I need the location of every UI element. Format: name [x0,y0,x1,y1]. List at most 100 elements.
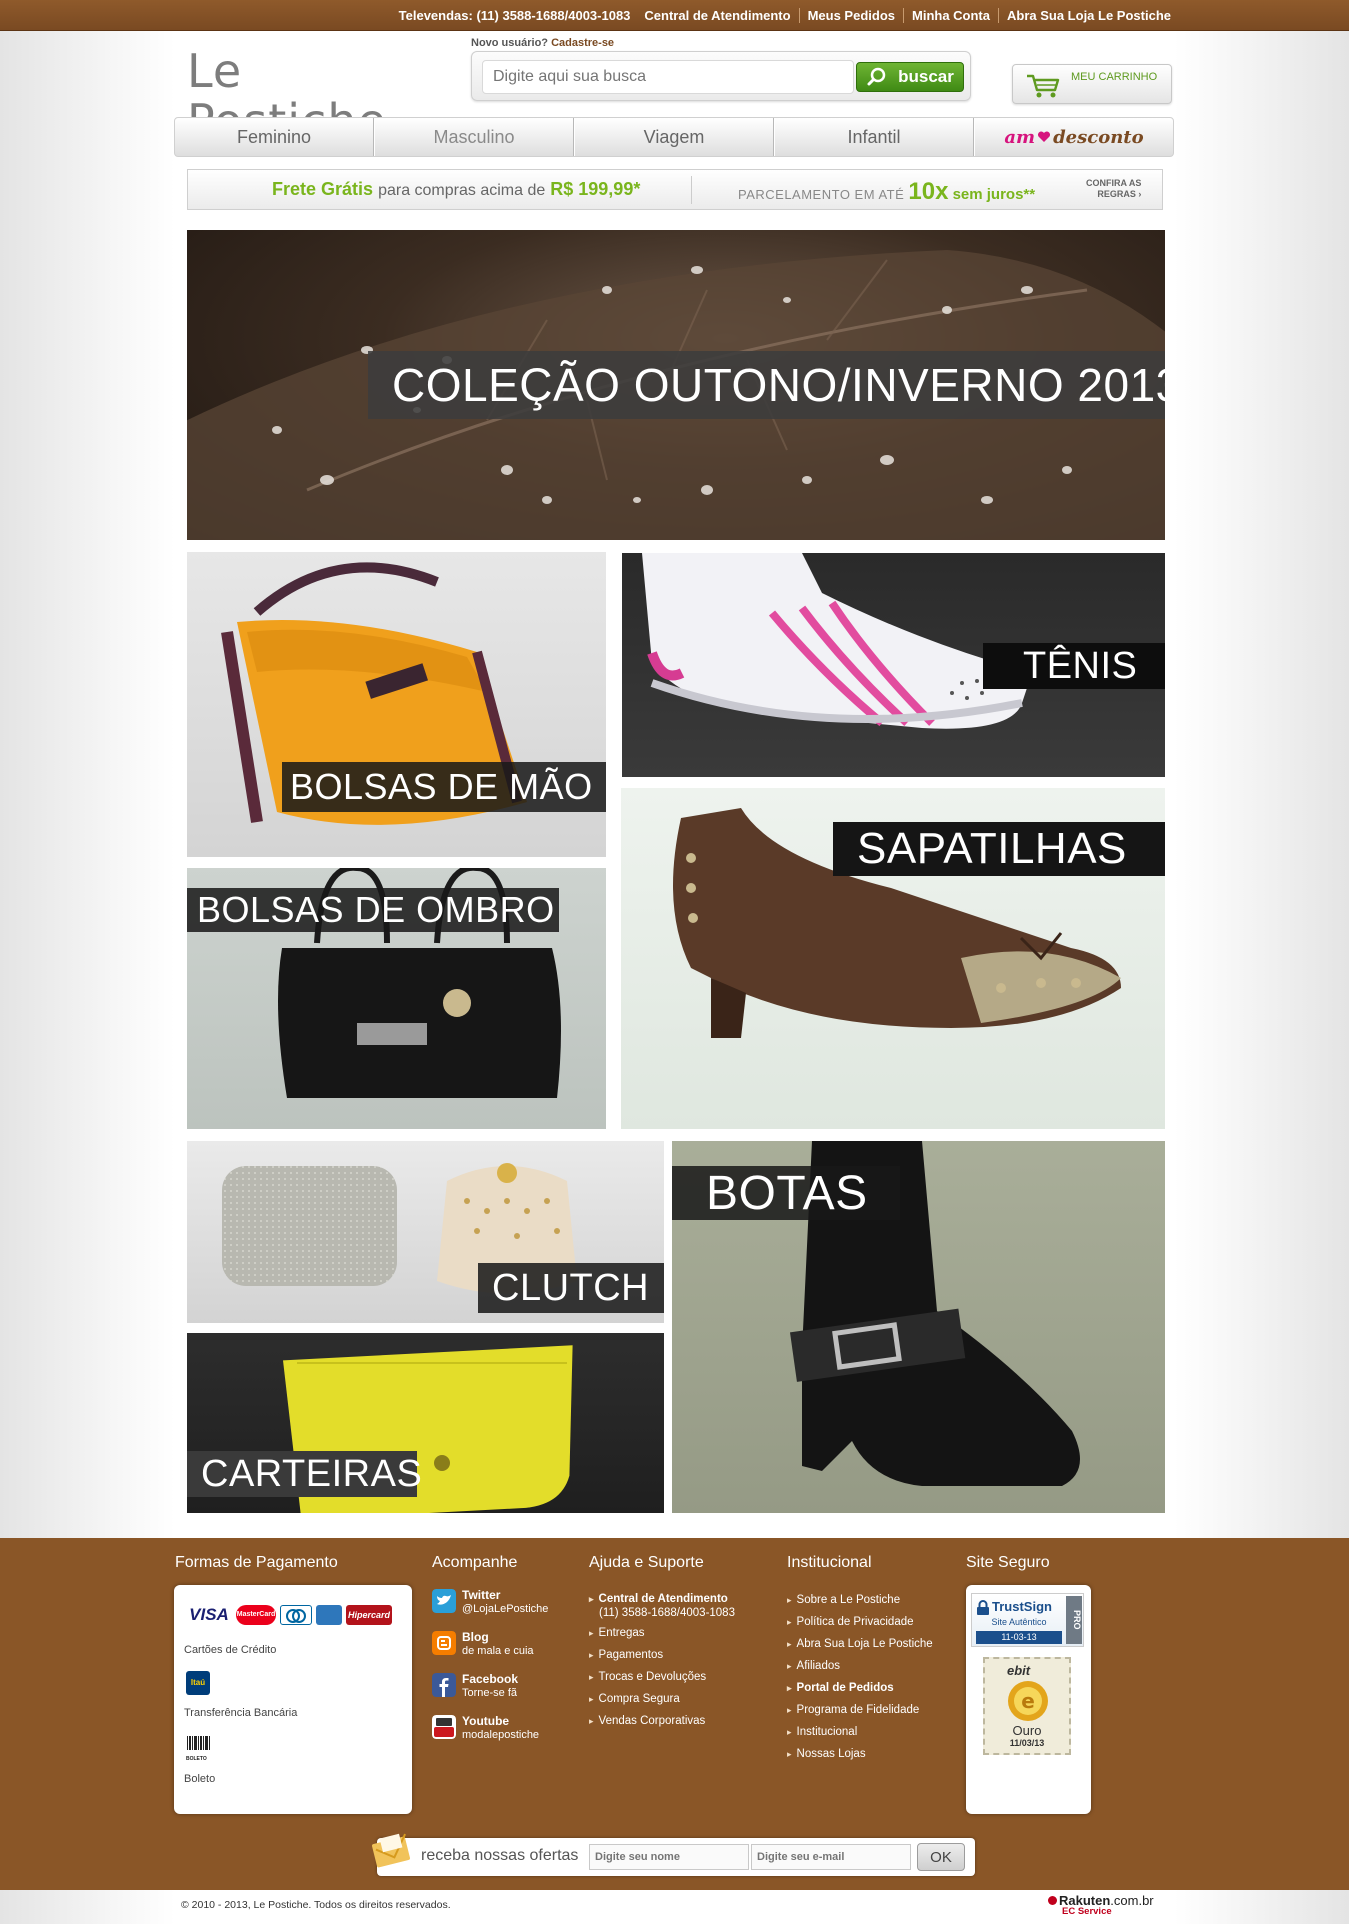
tenis-caption: TÊNIS [983,643,1165,689]
site-logo[interactable]: Le Postiche® [187,46,437,146]
trustsign-sub: Site Autêntico [991,1617,1047,1627]
blog-sub: de mala e cuia [462,1645,534,1657]
heart-icon [1038,131,1051,142]
central-phone: (11) 3588-1688/4003-1083 [599,1607,735,1619]
newsletter-name-input[interactable] [589,1844,749,1870]
youtube-name: Youtube [462,1714,510,1728]
cadastre-link[interactable]: Cadastre-se [551,37,614,49]
youtube-link[interactable]: Youtube modalepostiche [432,1715,539,1742]
inst-link-abra-loja[interactable]: Abra Sua Loja Le Postiche [787,1633,933,1655]
top-links: Televendas: (11) 3588-1688/4003-1083 Cen… [399,0,1171,31]
envelope-icon [372,1833,410,1868]
novo-usuario-text: Novo usuário? [471,37,549,49]
confira-regras-link[interactable]: CONFIRA AS REGRAS › [1086,178,1141,200]
divider [998,8,999,23]
bolsas-de-mao-caption: BOLSAS DE MÃO [282,762,606,812]
new-user-prompt: Novo usuário? Cadastre-se [471,37,971,49]
main-nav: Feminino Masculino Viagem Infantil am de… [174,117,1174,157]
top-link-central[interactable]: Central de Atendimento [644,8,790,23]
facebook-link[interactable]: Facebook Torne-se fã [432,1673,518,1700]
botas-caption: BOTAS [672,1166,900,1220]
newsletter-email-input[interactable] [751,1844,911,1870]
search-button-label: buscar [898,67,954,86]
banner-clutch[interactable]: CLUTCH [187,1141,664,1323]
inst-link-privacidade[interactable]: Política de Privacidade [787,1611,933,1633]
search-input[interactable] [482,60,854,94]
clutch-caption: CLUTCH [478,1263,664,1313]
banner-bolsas-de-ombro[interactable]: BOLSAS DE OMBRO [187,868,606,1129]
newsletter-ok-button[interactable]: OK [917,1843,965,1871]
televendas-text: Televendas: (11) 3588-1688/4003-1083 [398,8,631,23]
parcelas-count: 10x [908,178,949,205]
twitter-icon [432,1589,456,1613]
inst-link-nossas-lojas[interactable]: Nossas Lojas [787,1743,933,1765]
help-link-trocas[interactable]: Trocas e Devoluções [589,1666,735,1688]
central-label: Central de Atendimento [598,1593,728,1605]
help-link-pagamentos[interactable]: Pagamentos [589,1644,735,1666]
svg-text:e: e [1021,1689,1035,1713]
rakuten-logo[interactable]: Rakuten.com.br EC Service [1048,1893,1154,1917]
nav-tab-masculino[interactable]: Masculino [374,118,574,156]
promo-am: am [1004,126,1036,148]
copyright: © 2010 - 2013, Le Postiche. Todos os dir… [181,1899,451,1911]
help-link-compra-segura[interactable]: Compra Segura [589,1688,735,1710]
facebook-name: Facebook [462,1672,519,1686]
hipercard-logo: Hipercard [346,1605,392,1625]
twitter-link[interactable]: Twitter @LojaLePostiche [432,1589,548,1616]
inst-link-portal-pedidos[interactable]: Portal de Pedidos [787,1677,933,1699]
ebit-date: 11/03/13 [1009,1738,1045,1748]
blog-link[interactable]: Blog de mala e cuia [432,1631,534,1658]
nav-tab-feminino[interactable]: Feminino [175,118,374,156]
facebook-sub: Torne-se fã [462,1687,518,1699]
carteiras-caption: CARTEIRAS [187,1451,422,1497]
frete-value: R$ 199,99* [550,179,641,199]
inst-link-institucional[interactable]: Institucional [787,1721,933,1743]
top-bar: Televendas: (11) 3588-1688/4003-1083 Cen… [0,0,1349,31]
credit-cards-label: Cartões de Crédito [184,1644,277,1656]
nav-tab-viagem[interactable]: Viagem [574,118,774,156]
help-link-vendas-corporativas[interactable]: Vendas Corporativas [589,1710,735,1732]
regras-line-2: REGRAS › [1097,189,1142,199]
boleto-logo: BOLETO [186,1735,212,1762]
cart-button[interactable]: MEU CARRINHO [1012,64,1172,104]
frete-middle: para compras acima de [378,182,546,199]
ebit-level: Ouro [1012,1723,1042,1738]
help-link-entregas[interactable]: Entregas [589,1622,735,1644]
twitter-name: Twitter [462,1588,501,1602]
inst-link-fidelidade[interactable]: Programa de Fidelidade [787,1699,933,1721]
top-link-abra-loja[interactable]: Abra Sua Loja Le Postiche [1007,8,1171,23]
lock-icon [977,1600,989,1615]
nav-tab-amo-desconto[interactable]: am desconto [974,118,1173,156]
nav-tab-infantil[interactable]: Infantil [774,118,974,156]
trustsign-badge[interactable]: TrustSign Site Autêntico 11-03-13 PRO [971,1593,1084,1647]
hero-caption: COLEÇÃO OUTONO/INVERNO 2013 [368,351,1165,419]
inst-link-afiliados[interactable]: Afiliados [787,1655,933,1677]
facebook-icon [432,1673,456,1697]
top-link-conta[interactable]: Minha Conta [912,8,990,23]
parcelamento-label: PARCELAMENTO EM ATÉ [738,187,905,202]
blogger-icon [432,1631,456,1655]
search-button[interactable]: buscar [856,62,964,92]
top-link-pedidos[interactable]: Meus Pedidos [808,8,895,23]
divider [691,176,692,204]
hero-banner[interactable]: COLEÇÃO OUTONO/INVERNO 2013 [187,230,1165,540]
banner-botas[interactable]: BOTAS [672,1141,1165,1513]
youtube-sub: modalepostiche [462,1729,540,1741]
banner-tenis[interactable]: TÊNIS [622,553,1165,777]
banner-bolsas-de-mao[interactable]: BOLSAS DE MÃO [187,552,606,857]
frete-label: Frete Grátis [272,179,374,199]
promo-desconto: desconto [1053,126,1144,148]
cart-label: MEU CARRINHO [1071,71,1158,83]
trustsign-name: TrustSign [992,1599,1052,1614]
trustsign-date: 11-03-13 [976,1631,1062,1644]
boleto-tag: BOLETO [186,1756,207,1762]
help-link-central[interactable]: Central de Atendimento (11) 3588-1688/400… [589,1588,735,1622]
secure-badges-box: TrustSign Site Autêntico 11-03-13 PRO eb… [966,1585,1091,1814]
transfer-label: Transferência Bancária [184,1707,298,1719]
ebit-badge[interactable]: ebit e Ouro 11/03/13 [983,1657,1071,1755]
banner-sapatilhas[interactable]: SAPATILHAS [621,788,1165,1129]
inst-link-sobre[interactable]: Sobre a Le Postiche [787,1589,933,1611]
banner-carteiras[interactable]: CARTEIRAS [187,1333,664,1513]
payment-box: VISA MasterCard Hipercard Cartões de Cré… [174,1585,412,1814]
cart-icon [1027,74,1060,98]
